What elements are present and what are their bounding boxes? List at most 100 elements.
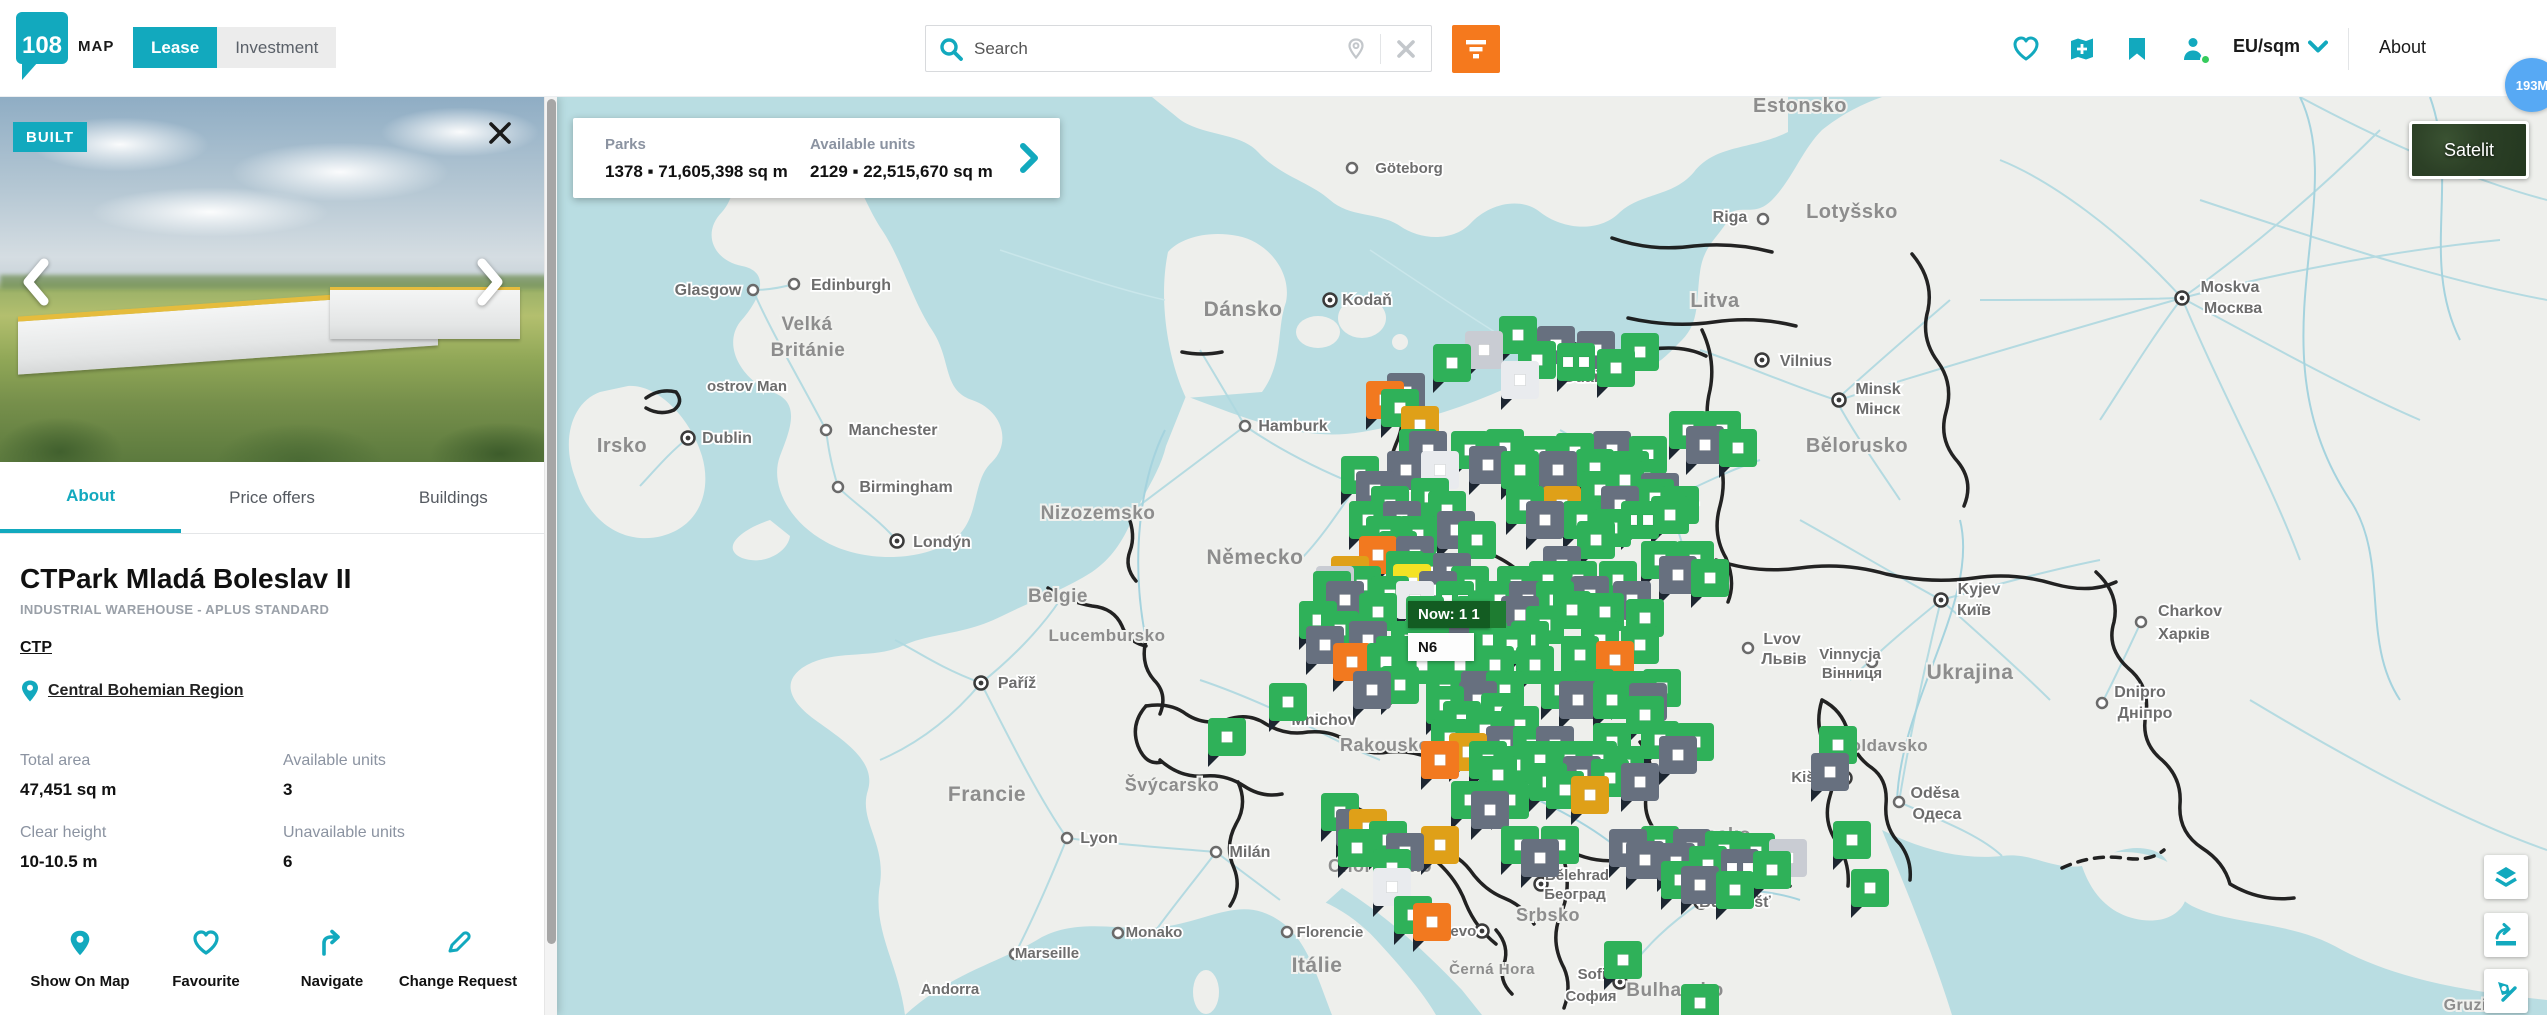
show-on-map-button[interactable]: Show On Map	[20, 929, 140, 992]
badge-count: 193M	[2516, 78, 2547, 93]
country-label: Bělorusko	[1806, 435, 1908, 457]
city-label: Мінск	[1856, 401, 1901, 418]
logo-number: 108	[16, 12, 68, 64]
map-canvas[interactable]: EstonskoLotyšskoRigaLitvaVilniusMinskМін…	[557, 97, 2547, 1015]
clear-search-icon[interactable]	[1395, 38, 1417, 60]
add-to-map-icon[interactable]	[2068, 35, 2096, 63]
draw-pen-button[interactable]	[2484, 969, 2528, 1013]
detail-value: 10-10.5 m	[20, 852, 98, 872]
bookmark-icon[interactable]	[2124, 35, 2152, 63]
capital-city-dot	[1476, 925, 1489, 938]
city-label: Dnipro	[2114, 684, 2166, 701]
action-label: Show On Map	[20, 972, 140, 992]
location-pin-icon	[20, 679, 40, 703]
search-input[interactable]	[964, 39, 1344, 59]
layers-button[interactable]	[2484, 855, 2528, 899]
locate-pin-icon[interactable]	[1344, 37, 1368, 61]
city-label: Milán	[1230, 844, 1271, 861]
currency-selector[interactable]: EU/sqm	[2233, 36, 2328, 57]
country-label: Ukrajina	[1927, 661, 2014, 684]
city-label: Vilnius	[1780, 353, 1832, 370]
developer-link[interactable]: CTP	[20, 639, 52, 657]
capital-city-dot	[1756, 354, 1769, 367]
park-marker[interactable]	[1681, 984, 1719, 1015]
satellite-view-button[interactable]: Satelit	[2409, 121, 2529, 179]
filter-button[interactable]	[1452, 25, 1500, 73]
panel-scrollbar[interactable]	[544, 97, 557, 1015]
city-dot	[1347, 163, 1357, 173]
detail-label: Clear height	[20, 824, 106, 842]
country-label: Německo	[1207, 546, 1304, 569]
stats-expand-chevron-icon[interactable]	[1016, 140, 1042, 181]
city-dot	[2136, 617, 2146, 627]
account-icon[interactable]	[2180, 35, 2208, 63]
satellite-label: Satelit	[2444, 140, 2494, 161]
city-label: Oděsa	[1911, 785, 1960, 802]
logo-map-text: MAP	[78, 38, 114, 55]
city-label: Харків	[2158, 626, 2210, 643]
city-label: Andorra	[921, 981, 980, 998]
region-link[interactable]: Central Bohemian Region	[20, 679, 244, 703]
share-arrow-icon	[2493, 922, 2519, 948]
change-request-button[interactable]: Change Request	[398, 929, 518, 992]
header-icon-group	[2012, 25, 2208, 73]
city-label: Lvov	[1763, 631, 1800, 648]
country-label: Itálie	[1292, 954, 1343, 977]
search-icon	[938, 36, 964, 62]
country-label: Británie	[771, 340, 846, 361]
close-panel-button[interactable]	[480, 113, 520, 153]
pen-icon	[2493, 978, 2519, 1004]
detail-label: Unavailable units	[283, 824, 405, 842]
currency-value: EU/sqm	[2233, 36, 2300, 57]
favourites-heart-icon[interactable]	[2012, 35, 2040, 63]
panel-tabs: About Price offers Buildings	[0, 462, 544, 534]
capital-city-dot	[682, 432, 695, 445]
search-divider	[1380, 34, 1381, 64]
city-label: ostrov Man	[707, 378, 787, 395]
navigate-button[interactable]: Navigate	[272, 929, 392, 992]
tab-price-offers[interactable]: Price offers	[181, 462, 362, 533]
city-dot	[821, 425, 831, 435]
action-label: Navigate	[272, 972, 392, 992]
scrollbar-thumb[interactable]	[547, 99, 556, 944]
city-label: Monako	[1126, 924, 1183, 941]
country-label: Estonsko	[1753, 97, 1847, 117]
map-stats-panel[interactable]: Parks 1378 ▪ 71,605,398 sq m Available u…	[573, 118, 1060, 198]
carousel-next-button[interactable]	[474, 257, 508, 307]
favourite-button[interactable]: Favourite	[146, 929, 266, 992]
city-label: Londýn	[913, 534, 971, 551]
city-dot	[1240, 421, 1250, 431]
search-box[interactable]	[925, 25, 1432, 72]
header-divider	[2348, 28, 2349, 70]
tab-buildings[interactable]: Buildings	[363, 462, 544, 533]
investment-tab[interactable]: Investment	[217, 27, 336, 68]
city-label: Львів	[1761, 651, 1806, 668]
city-dot	[1062, 833, 1072, 843]
city-label: Paříž	[998, 675, 1036, 692]
parks-value: 1378 ▪ 71,605,398 sq m	[605, 162, 788, 182]
property-detail-panel: BUILT About Price offers Buildings CTPar…	[0, 97, 557, 1015]
foreground-trees	[0, 382, 557, 462]
property-title: CTPark Mladá Boleslav II	[20, 563, 351, 595]
online-status-dot	[2200, 54, 2211, 65]
city-dot	[789, 279, 799, 289]
app-logo[interactable]: 108	[16, 12, 68, 64]
country-label: Lotyšsko	[1806, 201, 1898, 223]
city-dot	[1758, 214, 1768, 224]
city-label: Hamburk	[1258, 418, 1327, 435]
country-label: Srbsko	[1516, 905, 1580, 925]
about-link[interactable]: About	[2379, 37, 2426, 58]
status-badge: BUILT	[13, 122, 87, 152]
city-label: Marseille	[1015, 945, 1079, 962]
city-label: Київ	[1957, 602, 1991, 619]
city-dot	[748, 285, 758, 295]
capital-city-dot	[1833, 394, 1846, 407]
carousel-prev-button[interactable]	[18, 257, 52, 307]
country-label: Belgie	[1028, 586, 1088, 607]
tab-about[interactable]: About	[0, 462, 181, 533]
top-navigation-bar: 108 MAP Lease Investment	[0, 0, 2547, 97]
tooltip-now-text: Now: 1 1	[1418, 606, 1480, 623]
lease-tab[interactable]: Lease	[133, 27, 217, 68]
detail-value: 3	[283, 780, 292, 800]
export-share-button[interactable]	[2484, 913, 2528, 957]
